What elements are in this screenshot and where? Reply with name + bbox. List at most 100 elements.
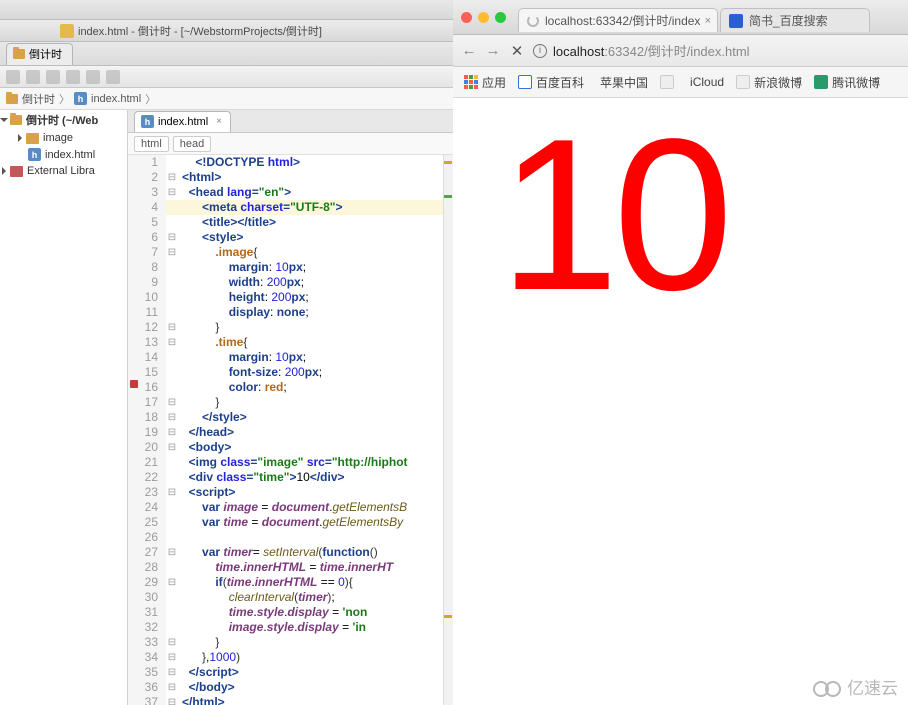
code-line[interactable]: 29⊟ if(time.innerHTML == 0){ (128, 575, 453, 590)
fold-toggle[interactable]: ⊟ (166, 440, 178, 455)
code-line[interactable]: 5 <title></title> (128, 215, 453, 230)
fold-toggle[interactable]: ⊟ (166, 680, 178, 695)
code-line[interactable]: 13⊟ .time{ (128, 335, 453, 350)
code-line[interactable]: 8 margin: 10px; (128, 260, 453, 275)
code-line[interactable]: 11 display: none; (128, 305, 453, 320)
warning-mark[interactable] (444, 615, 452, 618)
breadcrumb[interactable]: 倒计时 〉 h index.html 〉 (0, 88, 453, 110)
fold-toggle[interactable]: ⊟ (166, 575, 178, 590)
chevron-right-icon: 〉 (145, 91, 156, 107)
fold-toggle[interactable]: ⊟ (166, 425, 178, 440)
breadcrumb-file[interactable]: index.html (91, 93, 141, 105)
toolbar-button[interactable] (6, 70, 20, 84)
fold-toggle[interactable]: ⊟ (166, 650, 178, 665)
fold-toggle[interactable]: ⊟ (166, 485, 178, 500)
code-line[interactable]: 19⊟ </head> (128, 425, 453, 440)
close-icon[interactable]: × (216, 116, 222, 127)
code-line[interactable]: 16 color: red; (128, 380, 453, 395)
crumb-html[interactable]: html (134, 136, 169, 152)
browser-tab-localhost[interactable]: localhost:63342/倒计时/index × (518, 8, 718, 32)
fold-toggle[interactable]: ⊟ (166, 185, 178, 200)
close-tab-icon[interactable]: × (705, 15, 711, 27)
fold-toggle[interactable]: ⊟ (166, 635, 178, 650)
stop-button[interactable]: ✕ (509, 43, 525, 59)
toolbar-button[interactable] (26, 70, 40, 84)
bookmark-icloud[interactable]: iCloud (681, 73, 729, 91)
toolbar-button[interactable] (46, 70, 60, 84)
code-line[interactable]: 18⊟ </style> (128, 410, 453, 425)
disclosure-triangle-icon[interactable] (18, 134, 22, 142)
breakpoint-icon[interactable] (130, 380, 138, 388)
code-line[interactable]: 2⊟<html> (128, 170, 453, 185)
tree-folder-image[interactable]: image (0, 130, 127, 146)
bookmark-tencent-weibo[interactable]: 腾讯微博 (809, 72, 885, 93)
toolbar-button[interactable] (86, 70, 100, 84)
code-line[interactable]: 22 <div class="time">10</div> (128, 470, 453, 485)
code-line[interactable]: 12⊟ } (128, 320, 453, 335)
toolbar-button[interactable] (66, 70, 80, 84)
project-tree[interactable]: 倒计时 (~/Web image h index.html External L… (0, 110, 128, 705)
browser-tab-jianshu[interactable]: 简书_百度搜索 (720, 8, 870, 32)
crumb-head[interactable]: head (173, 136, 211, 152)
fold-toggle[interactable]: ⊟ (166, 245, 178, 260)
editor-breadcrumb[interactable]: html head (128, 133, 453, 155)
code-line[interactable]: 36⊟ </body> (128, 680, 453, 695)
code-line[interactable]: 30 clearInterval(timer); (128, 590, 453, 605)
breadcrumb-root[interactable]: 倒计时 (22, 91, 55, 107)
site-info-icon[interactable]: i (533, 44, 547, 58)
editor-tab-index[interactable]: h index.html × (134, 111, 231, 132)
close-window-button[interactable] (461, 12, 472, 23)
forward-button[interactable]: → (485, 43, 501, 59)
code-line[interactable]: 26 (128, 530, 453, 545)
code-line[interactable]: 3⊟ <head lang="en"> (128, 185, 453, 200)
code-line[interactable]: 35⊟ </script> (128, 665, 453, 680)
code-line[interactable]: 28 time.innerHTML = time.innerHT (128, 560, 453, 575)
code-line[interactable]: 33⊟ } (128, 635, 453, 650)
bookmark-weibo[interactable]: 新浪微博 (731, 72, 807, 93)
code-line[interactable]: 15 font-size: 200px; (128, 365, 453, 380)
fold-toggle[interactable]: ⊟ (166, 230, 178, 245)
ok-mark[interactable] (444, 195, 452, 198)
fold-toggle[interactable]: ⊟ (166, 335, 178, 350)
address-bar[interactable]: i localhost:63342/倒计时/index.html (533, 41, 900, 60)
fold-toggle[interactable]: ⊟ (166, 410, 178, 425)
fold-toggle[interactable]: ⊟ (166, 170, 178, 185)
code-editor[interactable]: 1 <!DOCTYPE html>2⊟<html>3⊟ <head lang="… (128, 155, 453, 705)
code-line[interactable]: 17⊟ } (128, 395, 453, 410)
code-line[interactable]: 23⊟ <script> (128, 485, 453, 500)
fold-toggle[interactable]: ⊟ (166, 320, 178, 335)
code-line[interactable]: 20⊟ <body> (128, 440, 453, 455)
toolbar-button[interactable] (106, 70, 120, 84)
code-line[interactable]: 34⊟ },1000) (128, 650, 453, 665)
fold-toggle[interactable]: ⊟ (166, 545, 178, 560)
maximize-window-button[interactable] (495, 12, 506, 23)
code-line[interactable]: 24 var image = document.getElementsB (128, 500, 453, 515)
code-line[interactable]: 9 width: 200px; (128, 275, 453, 290)
fold-toggle[interactable]: ⊟ (166, 395, 178, 410)
code-line[interactable]: 37⊟</html> (128, 695, 453, 705)
back-button[interactable]: ← (461, 43, 477, 59)
code-line[interactable]: 32 image.style.display = 'in (128, 620, 453, 635)
disclosure-triangle-icon[interactable] (2, 167, 6, 175)
tree-file-index[interactable]: h index.html (0, 146, 127, 163)
code-line[interactable]: 7⊟ .image{ (128, 245, 453, 260)
code-line[interactable]: 31 time.style.display = 'non (128, 605, 453, 620)
code-line[interactable]: 21 <img class="image" src="http://hiphot (128, 455, 453, 470)
code-line[interactable]: 1 <!DOCTYPE html> (128, 155, 453, 170)
fold-toggle[interactable]: ⊟ (166, 695, 178, 705)
minimize-window-button[interactable] (478, 12, 489, 23)
bookmark-blank[interactable] (655, 73, 679, 91)
warning-mark[interactable] (444, 161, 452, 164)
disclosure-triangle-icon[interactable] (0, 118, 8, 122)
code-line[interactable]: 10 height: 200px; (128, 290, 453, 305)
code-line[interactable]: 25 var time = document.getElementsBy (128, 515, 453, 530)
external-libraries[interactable]: External Libra (0, 163, 127, 179)
fold-toggle[interactable]: ⊟ (166, 665, 178, 680)
code-line[interactable]: 6⊟ <style> (128, 230, 453, 245)
project-tab[interactable]: 倒计时 (6, 43, 73, 65)
code-line[interactable]: 27⊟ var timer= setInterval(function() (128, 545, 453, 560)
error-stripe[interactable] (443, 155, 453, 705)
code-line[interactable]: 14 margin: 10px; (128, 350, 453, 365)
code-line[interactable]: 4 <meta charset="UTF-8"> (128, 200, 453, 215)
project-root[interactable]: 倒计时 (~/Web (0, 110, 127, 130)
